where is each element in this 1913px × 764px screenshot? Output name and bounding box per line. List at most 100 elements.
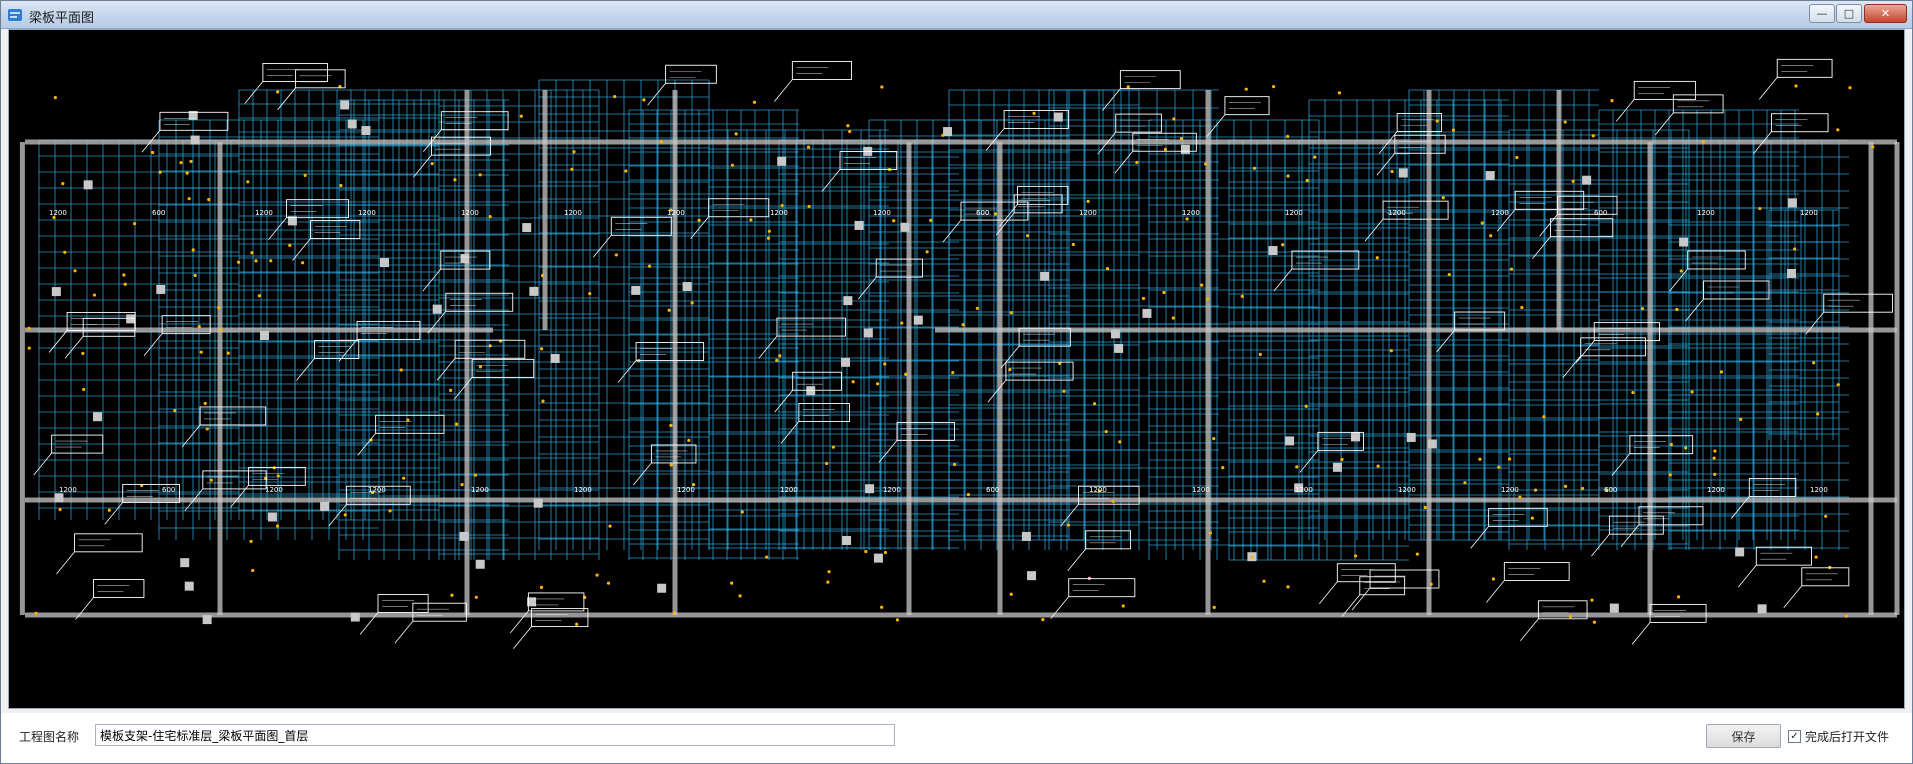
support-node [1172, 117, 1176, 121]
leader-line [1520, 618, 1539, 642]
support-node [246, 180, 250, 184]
support-node [1669, 442, 1673, 447]
leader-line [1000, 345, 1020, 369]
column [83, 180, 93, 190]
support-node [191, 248, 195, 252]
floor-plan-drawing[interactable]: 1200 1200 600 600 1200 1200 1200 1200 1200 1200 12… [9, 30, 1905, 709]
support-node [1793, 247, 1797, 251]
support-node [1204, 162, 1208, 166]
project-name-label: 工程图名称 [19, 730, 80, 744]
maximize-button[interactable]: □ [1836, 4, 1862, 23]
support-node [1066, 523, 1071, 527]
column [1427, 439, 1437, 449]
support-node [1376, 464, 1380, 468]
support-node [1212, 605, 1216, 609]
column [92, 412, 102, 422]
support-node [1530, 516, 1534, 520]
leader-line [394, 620, 414, 644]
support-node [1295, 465, 1299, 469]
support-node [730, 581, 734, 585]
support-node [269, 259, 273, 263]
minimize-button[interactable]: — [1809, 4, 1835, 23]
support-node [1111, 499, 1115, 503]
dimension-label: 1200 [873, 209, 891, 217]
dimension-label: 1200 [59, 486, 77, 494]
support-node [1515, 155, 1519, 160]
support-node [1690, 390, 1694, 394]
open-after-option[interactable]: ✓ 完成后打开文件 [1788, 728, 1889, 745]
title-bar[interactable]: 梁板平面图 — □ ✕ [1, 1, 1912, 29]
support-node [1447, 272, 1451, 277]
support-node [687, 438, 691, 442]
dimension-label: 1200 [1697, 209, 1715, 217]
dimension-label: 1200 [461, 209, 479, 217]
leader-line [1758, 77, 1778, 100]
dimension-label: 1200 [1388, 209, 1406, 217]
column [1351, 432, 1361, 442]
support-node [767, 229, 771, 233]
column [682, 282, 692, 292]
support-node [1121, 604, 1125, 608]
support-node [752, 100, 757, 104]
support-node [132, 222, 137, 226]
support-node [892, 219, 896, 223]
support-node [1542, 415, 1546, 419]
support-node [53, 95, 57, 100]
open-after-checkbox[interactable]: ✓ [1788, 730, 1801, 743]
support-node [1848, 86, 1852, 90]
support-node [303, 173, 307, 178]
support-node [778, 354, 782, 358]
support-node [952, 462, 957, 467]
support-node [807, 204, 811, 209]
support-node [883, 550, 888, 555]
support-node [1200, 283, 1204, 287]
support-node [1533, 488, 1538, 492]
leader-line [774, 79, 793, 102]
leader-line [1436, 329, 1456, 353]
leader-line [1631, 622, 1651, 645]
support-node [539, 585, 544, 589]
support-node [189, 159, 193, 164]
project-name-input[interactable] [95, 724, 895, 746]
support-node [1480, 221, 1484, 225]
support-node [883, 362, 887, 366]
dimension-label: 1200 [1501, 486, 1519, 494]
support-node [107, 508, 111, 512]
support-node [647, 264, 652, 268]
column [190, 135, 200, 145]
support-node [276, 474, 280, 478]
support-node [34, 611, 38, 615]
beam-tag [635, 342, 705, 361]
support-node [826, 580, 830, 584]
support-node [300, 261, 305, 265]
beam-tag [1224, 96, 1270, 116]
leader-line [1486, 580, 1505, 603]
support-node [250, 251, 254, 255]
support-node [1313, 155, 1317, 159]
save-button[interactable]: 保存 [1706, 724, 1781, 748]
column [777, 156, 787, 166]
support-node [975, 306, 979, 310]
close-button[interactable]: ✕ [1864, 4, 1907, 23]
beam-tag [440, 111, 509, 131]
dimension-label: 600 [1594, 209, 1607, 217]
support-node [851, 380, 855, 384]
column [1268, 246, 1278, 256]
dimension-label: 1200 [265, 486, 283, 494]
dimension-label: 1200 [1491, 209, 1509, 217]
support-node [1568, 615, 1572, 619]
column [529, 286, 539, 296]
leader-line [33, 452, 52, 476]
column [340, 100, 350, 110]
leader-line [1102, 88, 1121, 111]
support-node [1701, 140, 1705, 144]
dimension-label: 1200 [1707, 486, 1725, 494]
support-node [966, 493, 971, 497]
support-node [846, 124, 850, 128]
beam-tag [1557, 195, 1618, 215]
support-node [197, 324, 201, 329]
support-node [1262, 579, 1266, 583]
drawing-canvas[interactable]: 1200 1200 600 600 1200 1200 1200 1200 1200 1200 12… [8, 29, 1905, 709]
leader-line [878, 440, 898, 463]
support-node [219, 328, 223, 332]
